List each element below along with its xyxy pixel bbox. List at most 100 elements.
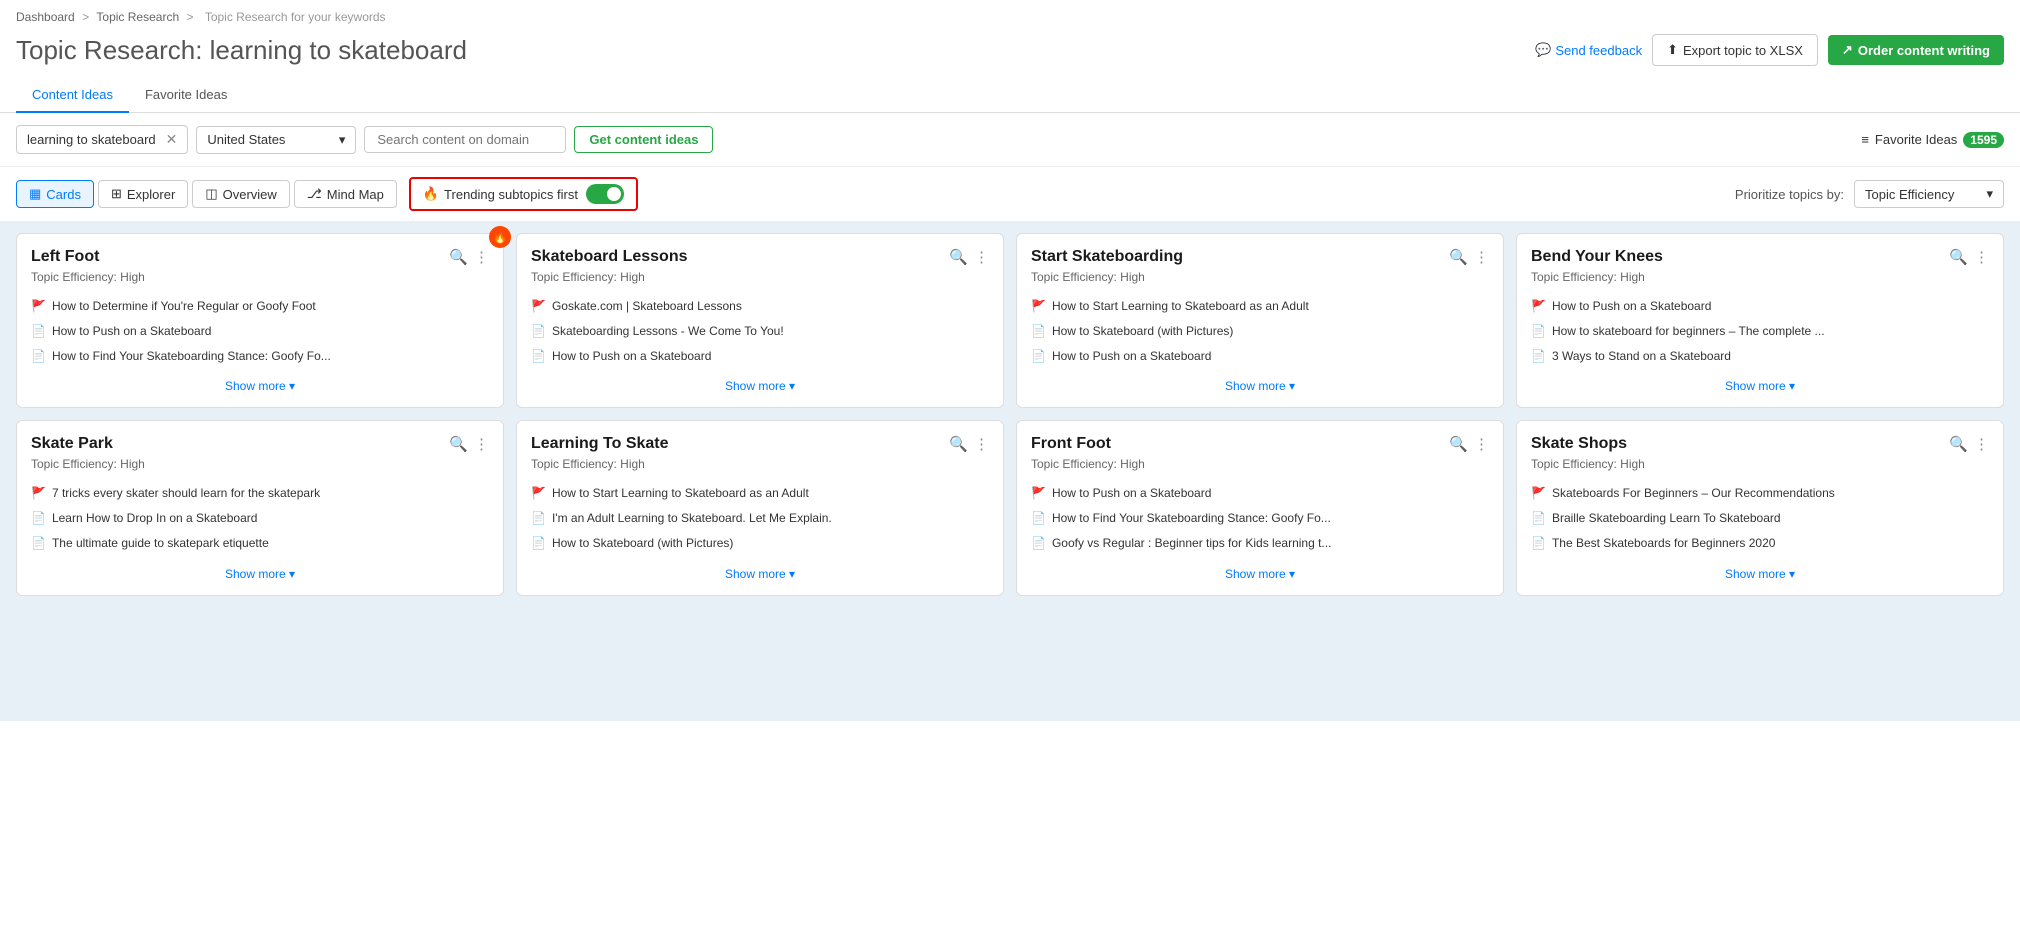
breadcrumb-dashboard[interactable]: Dashboard [16, 10, 75, 24]
search-icon[interactable]: 🔍 [449, 248, 468, 266]
card-header: Skateboard Lessons 🔍 ⋮ [531, 248, 989, 266]
show-more-link[interactable]: Show more ▾ [725, 567, 795, 581]
card-actions: 🔍 ⋮ [1449, 248, 1489, 266]
card-items: 🚩 How to Start Learning to Skateboard as… [531, 485, 989, 551]
more-options-icon[interactable]: ⋮ [1474, 248, 1489, 266]
export-button[interactable]: ⬆ Export topic to XLSX [1652, 34, 1818, 66]
tab-content-ideas[interactable]: Content Ideas [16, 78, 129, 113]
card-efficiency: Topic Efficiency: High [31, 270, 489, 284]
more-options-icon[interactable]: ⋮ [474, 248, 489, 266]
blue-doc-icon: 📄 [1031, 323, 1046, 340]
green-flag-icon: 🚩 [1531, 298, 1546, 315]
card-title: Bend Your Knees [1531, 248, 1949, 266]
breadcrumb-topic-research[interactable]: Topic Research [96, 10, 179, 24]
chevron-down-icon: ▾ [1986, 186, 1993, 202]
card-efficiency: Topic Efficiency: High [1031, 270, 1489, 284]
more-options-icon[interactable]: ⋮ [974, 248, 989, 266]
search-icon[interactable]: 🔍 [1949, 435, 1968, 453]
show-more: Show more ▾ [1031, 566, 1489, 581]
show-more-link[interactable]: Show more ▾ [225, 567, 295, 581]
page-header: Topic Research: learning to skateboard 💬… [0, 28, 2020, 78]
blue-doc-icon: 📄 [1031, 510, 1046, 527]
hamburger-icon: ≡ [1861, 132, 1869, 147]
card-item: 📄 How to skateboard for beginners – The … [1531, 323, 1989, 340]
search-icon[interactable]: 🔍 [1449, 248, 1468, 266]
show-more-link[interactable]: Show more ▾ [1725, 379, 1795, 393]
card-efficiency: Topic Efficiency: High [31, 457, 489, 471]
card-item: 📄 How to Find Your Skateboarding Stance:… [1031, 510, 1489, 527]
blue-doc-icon: 📄 [31, 348, 46, 365]
get-content-ideas-button[interactable]: Get content ideas [574, 126, 713, 153]
country-select[interactable]: United States ▾ [196, 126, 356, 154]
green-flag-icon: 🚩 [1531, 485, 1546, 502]
search-icon[interactable]: 🔍 [1449, 435, 1468, 453]
card-item: 📄 How to Push on a Skateboard [531, 348, 989, 365]
card-efficiency: Topic Efficiency: High [1531, 270, 1989, 284]
card-efficiency: Topic Efficiency: High [531, 457, 989, 471]
card-item: 📄 Skateboarding Lessons - We Come To You… [531, 323, 989, 340]
show-more-link[interactable]: Show more ▾ [725, 379, 795, 393]
cards-view-button[interactable]: ▦ Cards [16, 180, 94, 208]
keyword-remove-button[interactable]: ✕ [166, 131, 178, 148]
cards-grid: 🔥 Left Foot 🔍 ⋮ Topic Efficiency: High 🚩… [16, 233, 2004, 596]
domain-search-input[interactable] [364, 126, 566, 153]
blue-doc-icon: 📄 [31, 323, 46, 340]
card-item: 📄 How to Push on a Skateboard [1031, 348, 1489, 365]
search-icon[interactable]: 🔍 [949, 248, 968, 266]
card-start-skateboarding: Start Skateboarding 🔍 ⋮ Topic Efficiency… [1016, 233, 1504, 408]
card-item: 🚩 How to Determine if You're Regular or … [31, 298, 489, 315]
more-options-icon[interactable]: ⋮ [1974, 435, 1989, 453]
show-more-link[interactable]: Show more ▾ [1725, 567, 1795, 581]
green-flag-icon: 🚩 [531, 298, 546, 315]
card-item: 🚩 How to Push on a Skateboard [1531, 298, 1989, 315]
priority-select[interactable]: Topic Efficiency ▾ [1854, 180, 2004, 208]
mindmap-view-button[interactable]: ⎇ Mind Map [294, 180, 397, 208]
filter-row: learning to skateboard ✕ United States ▾… [0, 113, 2020, 167]
keyword-tag: learning to skateboard ✕ [16, 125, 188, 154]
card-title: Learning To Skate [531, 435, 949, 453]
card-item: 📄 Goofy vs Regular : Beginner tips for K… [1031, 535, 1489, 552]
blue-doc-icon: 📄 [531, 323, 546, 340]
upload-icon: ⬆ [1667, 42, 1678, 58]
green-flag-icon: 🚩 [31, 485, 46, 502]
card-header: Skate Park 🔍 ⋮ [31, 435, 489, 453]
show-more: Show more ▾ [31, 378, 489, 393]
more-options-icon[interactable]: ⋮ [974, 435, 989, 453]
tab-favorite-ideas[interactable]: Favorite Ideas [129, 78, 243, 113]
view-controls-row: ▦ Cards ⊞ Explorer ◫ Overview ⎇ Mind Map… [0, 167, 2020, 221]
card-title: Front Foot [1031, 435, 1449, 453]
more-options-icon[interactable]: ⋮ [1474, 435, 1489, 453]
show-more: Show more ▾ [1531, 566, 1989, 581]
card-item: 🚩 7 tricks every skater should learn for… [31, 485, 489, 502]
blue-doc-icon: 📄 [531, 348, 546, 365]
overview-view-button[interactable]: ◫ Overview [192, 180, 289, 208]
show-more-link[interactable]: Show more ▾ [1225, 379, 1295, 393]
page-title: Topic Research: learning to skateboard [16, 35, 467, 66]
explorer-view-button[interactable]: ⊞ Explorer [98, 180, 188, 208]
more-options-icon[interactable]: ⋮ [474, 435, 489, 453]
show-more: Show more ▾ [31, 566, 489, 581]
card-item: 📄 The Best Skateboards for Beginners 202… [1531, 535, 1989, 552]
search-icon[interactable]: 🔍 [1949, 248, 1968, 266]
card-item: 🚩 How to Start Learning to Skateboard as… [531, 485, 989, 502]
send-feedback-link[interactable]: 💬 Send feedback [1535, 42, 1642, 58]
search-icon[interactable]: 🔍 [449, 435, 468, 453]
order-content-button[interactable]: ↗ Order content writing [1828, 35, 2004, 65]
blue-doc-icon: 📄 [531, 535, 546, 552]
show-more-link[interactable]: Show more ▾ [1225, 567, 1295, 581]
card-items: 🚩 How to Push on a Skateboard 📄 How to F… [1031, 485, 1489, 551]
card-items: 🚩 How to Determine if You're Regular or … [31, 298, 489, 364]
trending-toggle[interactable] [586, 184, 624, 204]
card-title: Skate Park [31, 435, 449, 453]
favorite-ideas-button[interactable]: ≡ Favorite Ideas 1595 [1861, 132, 2004, 148]
more-options-icon[interactable]: ⋮ [1974, 248, 1989, 266]
card-item: 📄 How to Skateboard (with Pictures) [1031, 323, 1489, 340]
card-skate-park: Skate Park 🔍 ⋮ Topic Efficiency: High 🚩 … [16, 420, 504, 595]
card-item: 📄 The ultimate guide to skatepark etique… [31, 535, 489, 552]
card-title: Start Skateboarding [1031, 248, 1449, 266]
card-efficiency: Topic Efficiency: High [1031, 457, 1489, 471]
show-more-link[interactable]: Show more ▾ [225, 379, 295, 393]
search-icon[interactable]: 🔍 [949, 435, 968, 453]
card-title: Skateboard Lessons [531, 248, 949, 266]
card-item: 📄 Braille Skateboarding Learn To Skatebo… [1531, 510, 1989, 527]
